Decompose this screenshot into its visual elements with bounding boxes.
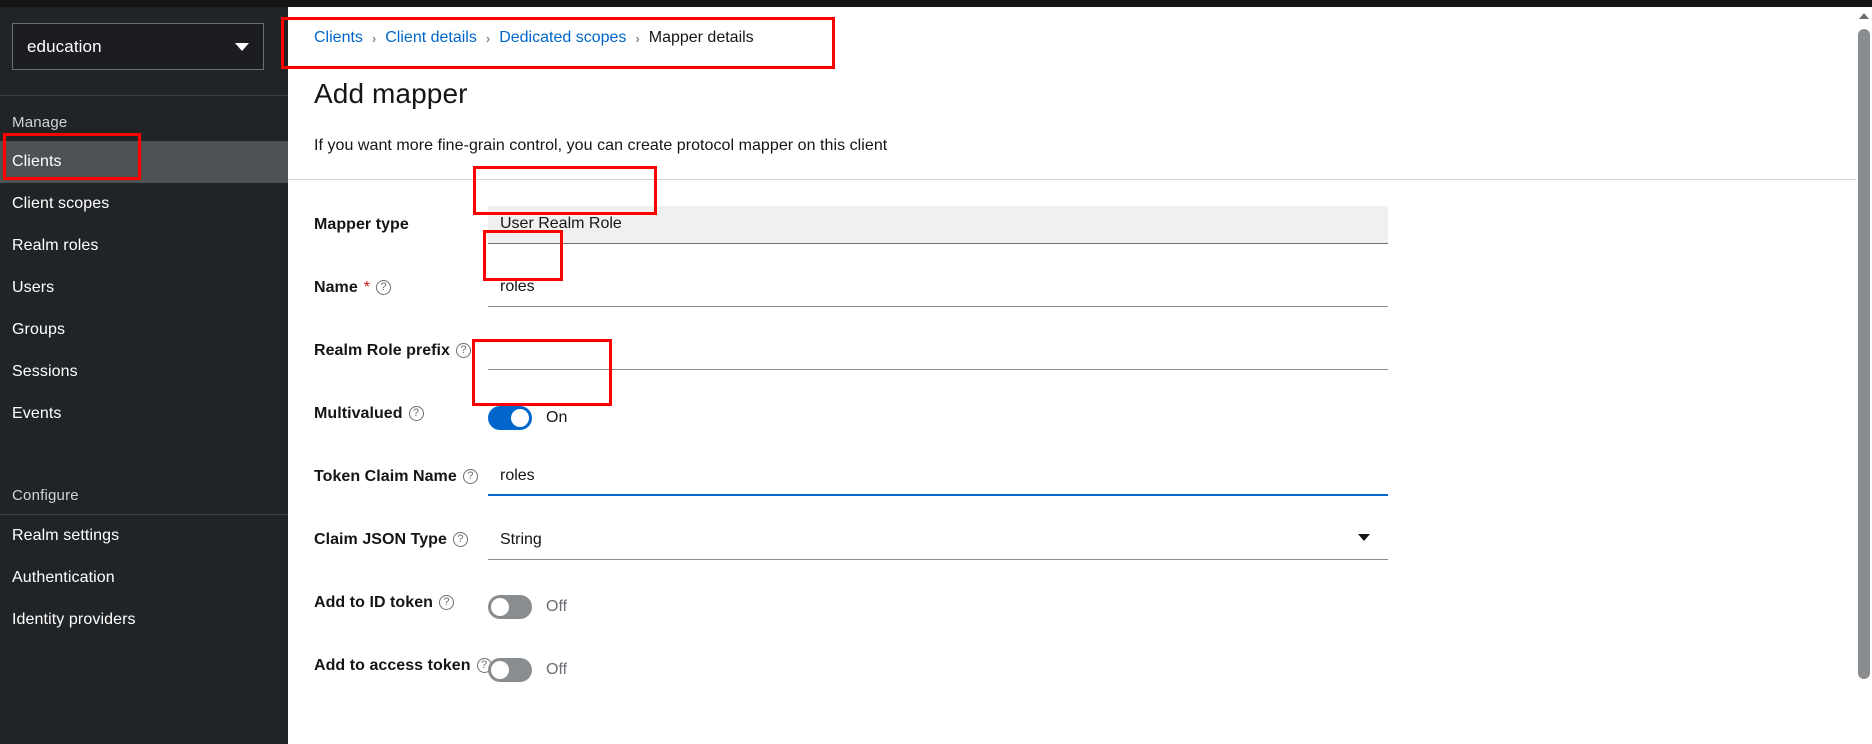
form-row-name: Name * ? (288, 263, 1856, 326)
sidebar-item-realm-roles[interactable]: Realm roles (0, 225, 288, 267)
multivalued-state-label: On (546, 408, 568, 426)
realm-selector-value: education (27, 36, 102, 56)
add-to-access-token-field-wrap: Off (488, 641, 1388, 682)
multivalued-label: Multivalued ? (288, 389, 488, 423)
multivalued-field-wrap: On (488, 389, 1388, 430)
realm-selector-wrap: education (0, 7, 288, 95)
toggle-knob (511, 408, 529, 427)
realm-role-prefix-label: Realm Role prefix ? (288, 326, 488, 360)
claim-json-type-select[interactable]: String (488, 520, 1388, 560)
form-row-mapper-type: Mapper type (288, 200, 1856, 263)
main-content: Clients › Client details › Dedicated sco… (288, 7, 1856, 744)
add-to-access-token-label-text: Add to access token (314, 656, 471, 674)
scrollbar-thumb[interactable] (1858, 29, 1870, 679)
vertical-scrollbar[interactable] (1856, 7, 1872, 744)
breadcrumb-item-clients[interactable]: Clients (314, 29, 363, 47)
sidebar-item-events[interactable]: Events (0, 393, 288, 435)
masthead (0, 0, 1872, 7)
name-input[interactable] (488, 268, 1388, 307)
sidebar-item-identity-providers[interactable]: Identity providers (0, 599, 288, 641)
keycloak-admin-console: education Manage Clients Client scopes R… (0, 0, 1872, 744)
claim-json-type-label: Claim JSON Type ? (288, 515, 488, 549)
breadcrumb-separator-icon: › (371, 30, 377, 46)
multivalued-switch-row: On (488, 395, 1388, 430)
sidebar-item-client-scopes[interactable]: Client scopes (0, 183, 288, 225)
mapper-type-label-text: Mapper type (314, 215, 409, 233)
breadcrumb: Clients › Client details › Dedicated sco… (288, 7, 1856, 51)
mapper-type-field-wrap (488, 200, 1388, 244)
help-circle-icon[interactable]: ? (456, 343, 472, 358)
claim-json-type-value: String (500, 530, 542, 548)
add-to-id-token-state-label: Off (546, 597, 568, 615)
multivalued-label-text: Multivalued (314, 404, 403, 422)
form-row-add-to-access-token: Add to access token ? Off (288, 641, 1856, 704)
add-to-id-token-field-wrap: Off (488, 578, 1388, 619)
realm-role-prefix-field-wrap (488, 326, 1388, 370)
add-to-id-token-label: Add to ID token ? (288, 578, 488, 612)
add-to-access-token-toggle[interactable] (488, 657, 532, 682)
sidebar: education Manage Clients Client scopes R… (0, 7, 288, 744)
token-claim-name-label-text: Token Claim Name (314, 467, 457, 485)
breadcrumb-item-client-details[interactable]: Client details (385, 29, 477, 47)
chevron-down-icon (235, 42, 249, 51)
form-row-claim-json-type: Claim JSON Type ? String (288, 515, 1856, 578)
sidebar-group-title-configure: Configure (12, 487, 79, 504)
name-field-wrap (488, 263, 1388, 307)
sidebar-item-sessions[interactable]: Sessions (0, 351, 288, 393)
name-label: Name * ? (288, 263, 488, 297)
toggle-knob (491, 597, 509, 616)
help-circle-icon[interactable]: ? (452, 532, 468, 547)
add-to-id-token-label-text: Add to ID token (314, 593, 433, 611)
form-row-realm-role-prefix: Realm Role prefix ? (288, 326, 1856, 389)
help-circle-icon[interactable]: ? (438, 595, 454, 610)
sidebar-item-clients[interactable]: Clients (0, 141, 288, 183)
form-row-token-claim-name: Token Claim Name ? (288, 452, 1856, 515)
token-claim-name-input[interactable] (488, 457, 1388, 496)
multivalued-toggle[interactable] (488, 405, 532, 430)
add-to-access-token-state-label: Off (546, 660, 568, 678)
page-title: Add mapper (314, 77, 468, 109)
sidebar-item-groups[interactable]: Groups (0, 309, 288, 351)
name-label-text: Name (314, 278, 358, 296)
sidebar-item-users[interactable]: Users (0, 267, 288, 309)
breadcrumb-item-mapper-details: Mapper details (648, 29, 754, 46)
breadcrumb-separator-icon: › (485, 30, 491, 46)
realm-role-prefix-label-text: Realm Role prefix (314, 341, 451, 359)
caret-up-icon[interactable] (1859, 13, 1869, 19)
form-row-add-to-id-token: Add to ID token ? Off (288, 578, 1856, 641)
sidebar-item-authentication[interactable]: Authentication (0, 557, 288, 599)
mapper-type-label: Mapper type (288, 200, 488, 234)
toggle-knob (491, 660, 509, 679)
claim-json-type-field-wrap: String (488, 515, 1388, 560)
breadcrumb-item-dedicated-scopes[interactable]: Dedicated scopes (499, 29, 626, 47)
required-marker: * (363, 278, 371, 296)
help-circle-icon[interactable]: ? (408, 406, 424, 421)
realm-role-prefix-input[interactable] (488, 331, 1388, 370)
form-row-multivalued: Multivalued ? On (288, 389, 1856, 452)
sidebar-item-realm-settings[interactable]: Realm settings (0, 515, 288, 557)
add-to-id-token-toggle[interactable] (488, 594, 532, 619)
token-claim-name-field-wrap (488, 452, 1388, 496)
add-mapper-form: Mapper type Name * ? R (288, 180, 1856, 704)
add-to-id-token-switch-row: Off (488, 584, 1388, 619)
add-to-access-token-switch-row: Off (488, 647, 1388, 682)
mapper-type-input (488, 205, 1388, 244)
page-subtitle: If you want more fine-grain control, you… (314, 136, 888, 154)
token-claim-name-label: Token Claim Name ? (288, 452, 488, 486)
add-to-access-token-label: Add to access token ? (288, 641, 492, 675)
help-circle-icon[interactable]: ? (376, 280, 392, 295)
help-circle-icon[interactable]: ? (462, 469, 478, 484)
realm-selector[interactable]: education (12, 23, 264, 70)
claim-json-type-select-wrap: String (488, 520, 1388, 560)
breadcrumb-separator-icon: › (635, 30, 640, 46)
claim-json-type-label-text: Claim JSON Type (314, 530, 447, 548)
sidebar-group-title-manage: Manage (12, 114, 68, 131)
